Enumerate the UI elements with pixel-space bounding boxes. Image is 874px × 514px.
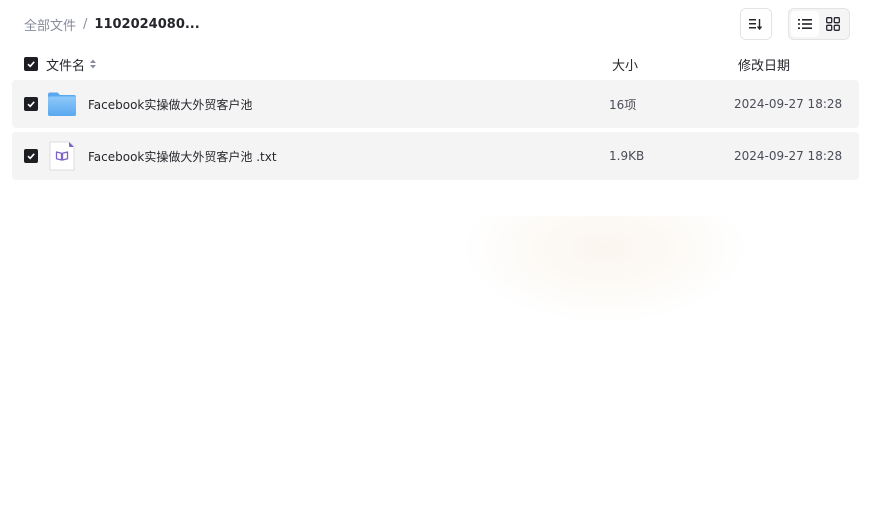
row-select-cell [24, 80, 38, 128]
file-table-header: 文件名 大小 修改日期 [0, 52, 874, 76]
row-checkbox[interactable] [24, 149, 38, 163]
breadcrumb: 全部文件 / 1102024080... [24, 14, 200, 34]
sort-button[interactable] [740, 8, 772, 40]
list-view-button[interactable] [791, 11, 819, 37]
row-file-size: 16项 [609, 97, 637, 112]
column-header-modified[interactable]: 修改日期 [738, 52, 790, 76]
list-view-icon [798, 19, 812, 29]
row-file-name[interactable]: Facebook实操做大外贸客户池 [88, 80, 252, 128]
breadcrumb-current-folder: 1102024080... [94, 16, 200, 32]
table-row[interactable]: Facebook实操做大外贸客户池 .txt 1.9KB 2024-09-27 … [12, 132, 859, 180]
column-header-name-label: 文件名 [46, 58, 86, 74]
row-modified-date: 2024-09-27 18:28 [734, 97, 843, 111]
sort-icon [749, 19, 763, 31]
row-file-name[interactable]: Facebook实操做大外贸客户池 .txt [88, 132, 277, 180]
row-checkbox[interactable] [24, 97, 38, 111]
checkmark-icon [27, 153, 35, 160]
table-row[interactable]: Facebook实操做大外贸客户池 16项 2024-09-27 18:28 [12, 80, 859, 128]
row-select-cell [24, 132, 38, 180]
checkmark-icon [27, 101, 35, 108]
row-icon-cell [47, 80, 77, 128]
select-all-cell [24, 52, 38, 76]
breadcrumb-separator: / [83, 16, 88, 32]
grid-view-button[interactable] [819, 11, 847, 37]
column-header-name[interactable]: 文件名 [46, 52, 97, 76]
row-file-size: 1.9KB [609, 149, 645, 163]
row-icon-cell [49, 132, 75, 180]
folder-icon [48, 92, 76, 116]
grid-view-icon [826, 17, 840, 31]
column-header-size[interactable]: 大小 [612, 52, 638, 76]
text-file-icon [49, 141, 75, 171]
select-all-checkbox[interactable] [24, 57, 38, 71]
view-mode-toggle [788, 8, 850, 40]
checkmark-icon [27, 61, 35, 68]
breadcrumb-root-link[interactable]: 全部文件 [24, 15, 76, 34]
sort-arrows-icon [90, 59, 97, 69]
row-modified-date: 2024-09-27 18:28 [734, 149, 843, 163]
empty-area-glow [460, 216, 750, 324]
